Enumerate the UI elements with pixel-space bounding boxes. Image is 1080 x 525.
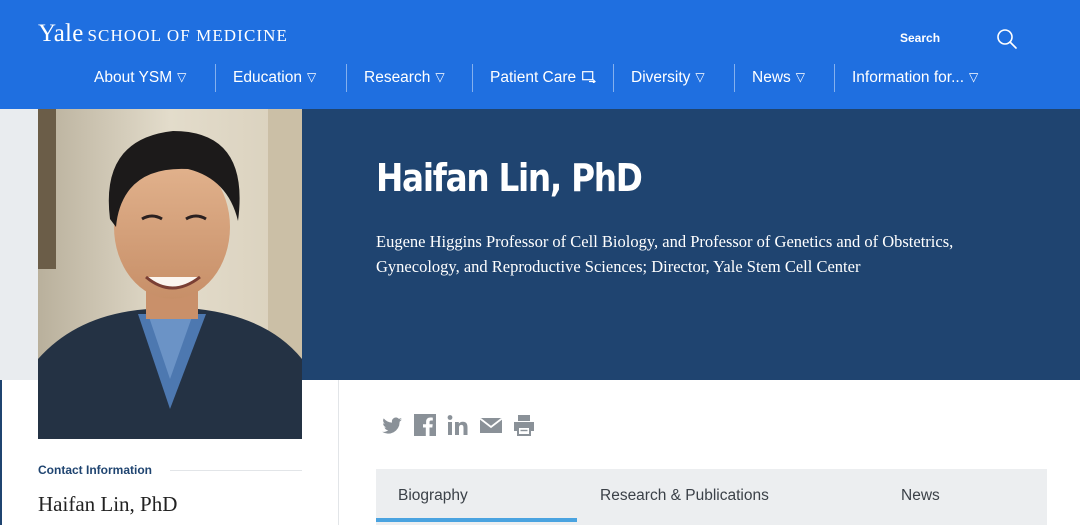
hero-left-margin xyxy=(0,109,38,380)
main-nav: About YSM ▽ Education ▽ Research ▽ Patient … xyxy=(0,62,1080,94)
nav-label: News xyxy=(752,69,791,86)
tab-news[interactable]: News xyxy=(901,469,940,521)
triangle-down-icon: ▽ xyxy=(695,70,705,84)
triangle-down-icon: ▽ xyxy=(177,70,187,84)
print-icon[interactable] xyxy=(512,413,536,437)
contact-divider xyxy=(170,470,302,471)
nav-item-diversity[interactable]: Diversity ▽ xyxy=(631,62,705,94)
nav-label: About YSM xyxy=(94,69,173,86)
twitter-icon[interactable] xyxy=(380,413,404,437)
profile-tabs: Biography Research & Publications News xyxy=(376,469,1047,525)
nav-item-news[interactable]: News ▽ xyxy=(752,62,805,94)
external-link-icon xyxy=(582,71,597,84)
site-header: Yale SCHOOL OF MEDICINE Search About YSM ▽… xyxy=(0,0,1080,109)
nav-label: Diversity xyxy=(631,69,691,86)
nav-divider xyxy=(834,64,835,92)
nav-divider xyxy=(346,64,347,92)
profile-appointment: Eugene Higgins Professor of Cell Biology… xyxy=(376,232,954,276)
left-edge-strip xyxy=(0,380,2,525)
search-label[interactable]: Search xyxy=(900,31,940,45)
linkedin-icon[interactable] xyxy=(446,413,470,437)
triangle-down-icon: ▽ xyxy=(306,70,317,84)
nav-label: Education xyxy=(233,69,302,86)
tab-research-publications[interactable]: Research & Publications xyxy=(600,469,769,521)
logo-school-text: SCHOOL OF MEDICINE xyxy=(87,26,289,45)
nav-item-patient-care[interactable]: Patient Care xyxy=(490,62,597,94)
nav-divider xyxy=(472,64,473,92)
nav-label: Research xyxy=(364,69,431,86)
logo-yale-text: Yale xyxy=(38,20,84,47)
yale-logo[interactable]: Yale SCHOOL OF MEDICINE xyxy=(38,20,288,48)
profile-name: Haifan Lin, PhD xyxy=(376,156,643,200)
nav-label: Patient Care xyxy=(490,69,577,86)
nav-label: Information for... xyxy=(852,69,964,86)
facebook-icon[interactable] xyxy=(413,413,437,437)
active-tab-indicator xyxy=(376,518,577,522)
triangle-down-icon: ▽ xyxy=(795,70,805,84)
search-icon[interactable] xyxy=(995,27,1019,51)
email-icon[interactable] xyxy=(479,413,503,437)
nav-item-information-for[interactable]: Information for... ▽ xyxy=(852,62,978,94)
contact-info-heading: Contact Information xyxy=(38,463,152,477)
nav-item-about-ysm[interactable]: About YSM ▽ xyxy=(94,62,186,94)
triangle-down-icon: ▽ xyxy=(435,70,445,84)
profile-photo xyxy=(38,109,302,439)
nav-divider xyxy=(215,64,216,92)
contact-name: Haifan Lin, PhD xyxy=(38,492,178,516)
triangle-down-icon: ▽ xyxy=(969,70,979,84)
nav-item-research[interactable]: Research ▽ xyxy=(364,62,445,94)
nav-item-education[interactable]: Education ▽ xyxy=(233,62,316,94)
nav-divider xyxy=(613,64,614,92)
tab-biography[interactable]: Biography xyxy=(398,469,468,521)
nav-divider xyxy=(734,64,735,92)
column-divider xyxy=(338,380,339,525)
